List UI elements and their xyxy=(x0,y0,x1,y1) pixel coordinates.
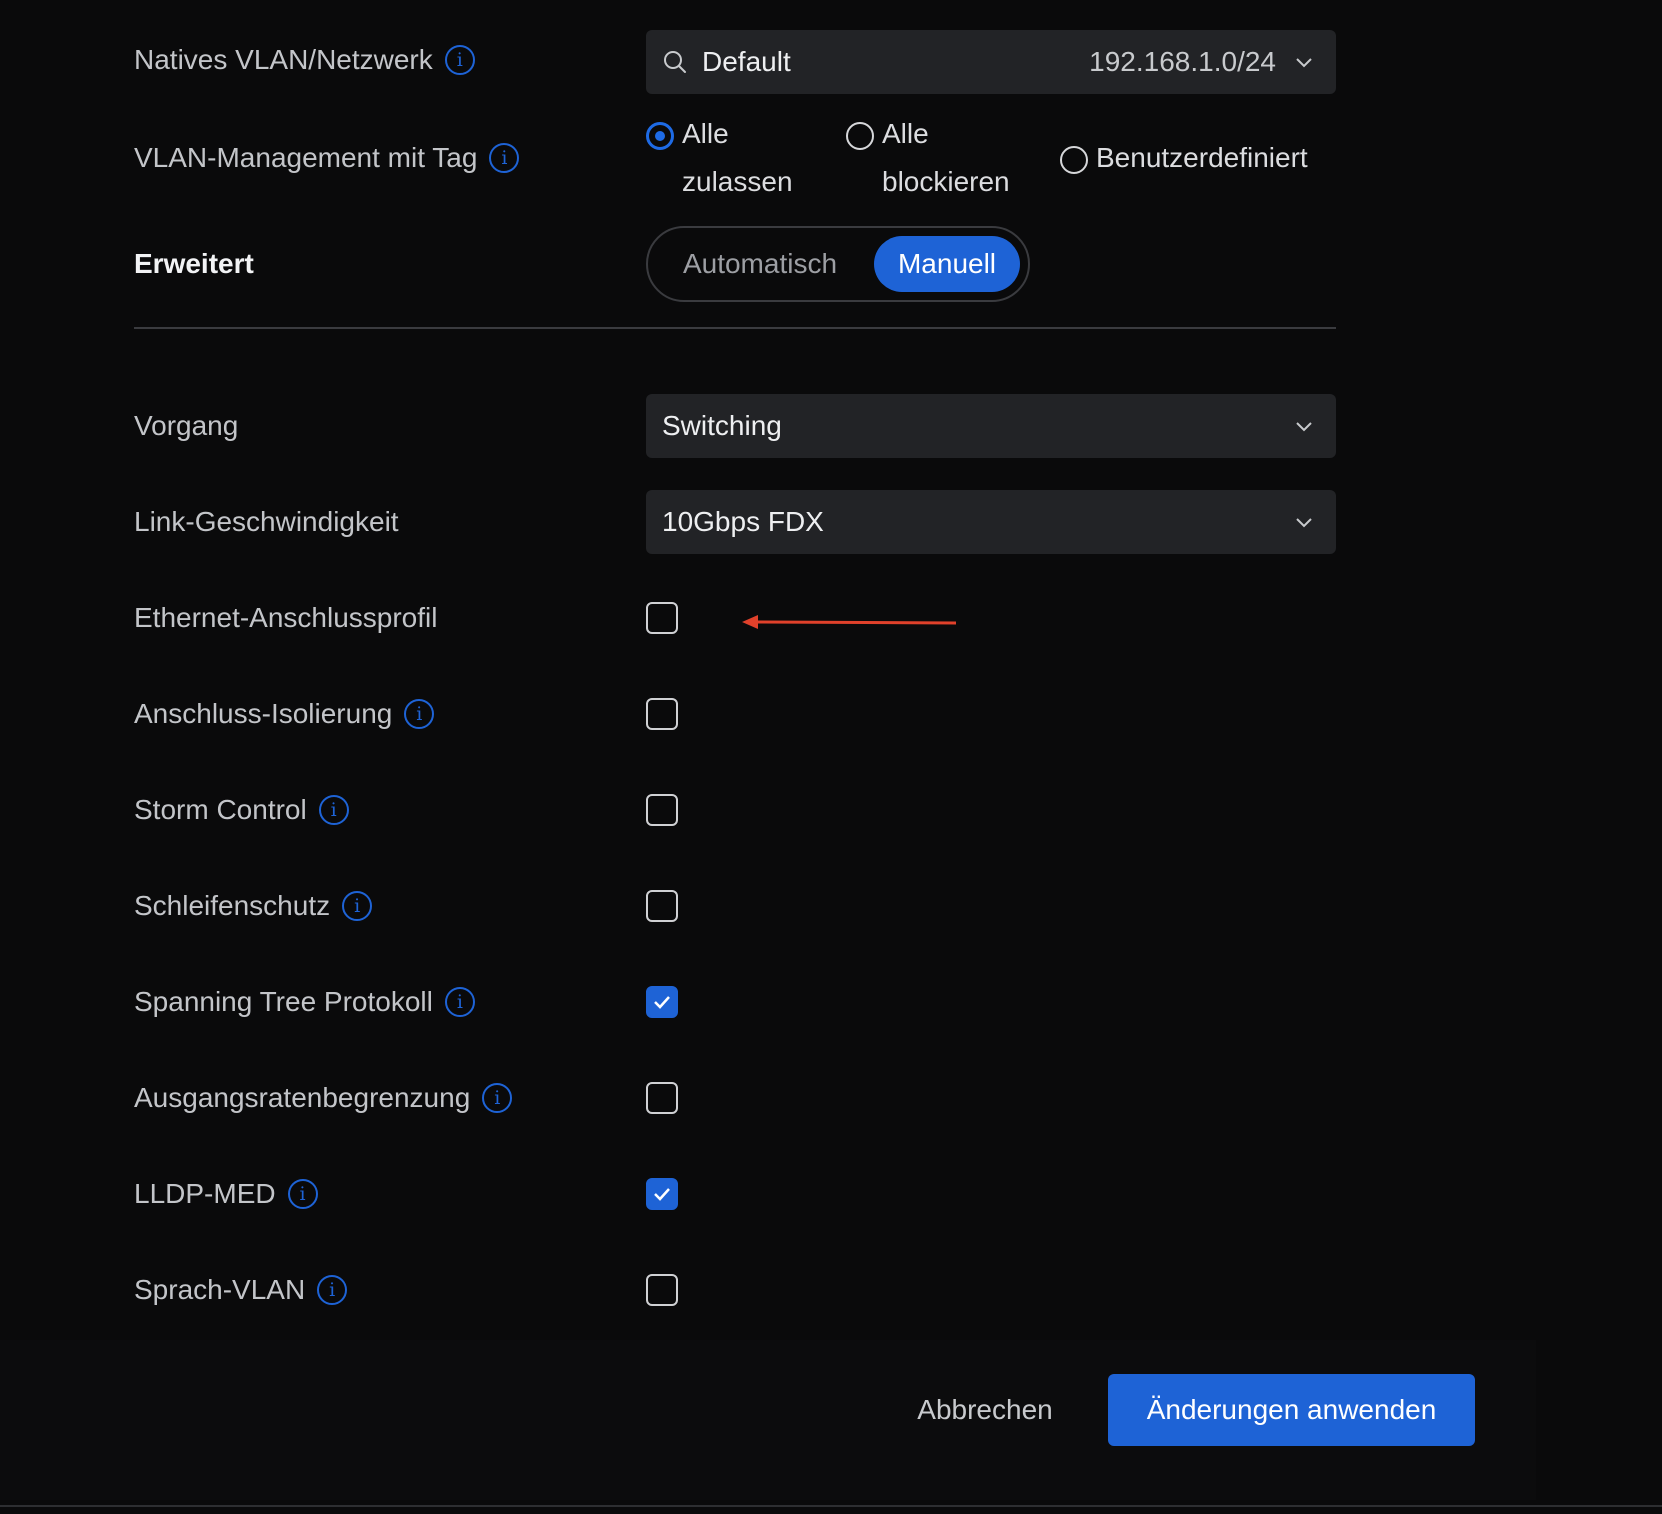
checkmark-icon xyxy=(654,1188,670,1201)
radio-block-all-label: Alle blockieren xyxy=(882,110,1010,206)
native-vlan-value: Default xyxy=(702,46,791,77)
radio-custom[interactable]: Benutzerdefiniert xyxy=(1060,142,1308,182)
checkbox-spanning-tree[interactable] xyxy=(646,986,678,1018)
advanced-label: Erweitert xyxy=(134,248,254,280)
option-label-text: Ethernet-Anschlussprofil xyxy=(134,602,438,633)
info-icon[interactable]: i xyxy=(342,891,373,921)
option-label-spanning-tree: Spanning Tree Protokoll i xyxy=(134,986,475,1018)
option-label-text: Sprach-VLAN xyxy=(134,1274,306,1305)
chevron-down-icon xyxy=(1296,518,1312,528)
info-icon[interactable]: i xyxy=(404,699,435,729)
option-label-ethernet-port-profile: Ethernet-Anschlussprofil xyxy=(134,602,437,634)
radio-block-all-line1: Alle xyxy=(882,118,929,149)
radio-block-all-line2: blockieren xyxy=(882,166,1010,197)
info-icon[interactable]: i xyxy=(318,795,349,825)
info-icon[interactable]: i xyxy=(489,143,520,173)
native-vlan-label-text: Natives VLAN/Netzwerk xyxy=(134,44,433,75)
option-label-lldp-med: LLDP-MED i xyxy=(134,1178,318,1210)
checkbox-storm-control[interactable] xyxy=(646,794,678,826)
radio-allow-all-label: Alle zulassen xyxy=(682,110,793,206)
option-label-voice-vlan: Sprach-VLAN i xyxy=(134,1274,348,1306)
radio-allow-all[interactable]: Alle zulassen xyxy=(646,118,793,206)
info-icon[interactable]: i xyxy=(482,1083,513,1113)
apply-changes-button[interactable]: Änderungen anwenden xyxy=(1108,1374,1475,1446)
advanced-mode-toggle: Automatisch Manuell xyxy=(646,226,1030,302)
option-label-egress-rate-limit: Ausgangsratenbegrenzung i xyxy=(134,1082,513,1114)
option-label-text: Anschluss-Isolierung xyxy=(134,698,393,729)
link-speed-value: 10Gbps FDX xyxy=(662,506,824,537)
native-vlan-label: Natives VLAN/Netzwerk i xyxy=(134,44,475,76)
cancel-button[interactable]: Abbrechen xyxy=(900,1374,1070,1446)
search-icon xyxy=(664,51,686,73)
operation-select[interactable]: Switching xyxy=(646,394,1336,458)
native-vlan-select[interactable]: Default 192.168.1.0/24 xyxy=(646,30,1336,94)
radio-circle[interactable] xyxy=(846,122,874,150)
checkbox-port-isolation[interactable] xyxy=(646,698,678,730)
checkbox-ethernet-port-profile[interactable] xyxy=(646,602,678,634)
checkmark-icon xyxy=(654,996,670,1009)
info-icon[interactable]: i xyxy=(444,987,475,1017)
radio-circle[interactable] xyxy=(1060,146,1088,174)
radio-block-all[interactable]: Alle blockieren xyxy=(846,118,1010,206)
radio-allow-all-line1: Alle xyxy=(682,118,729,149)
radio-allow-all-line2: zulassen xyxy=(682,166,793,197)
operation-value: Switching xyxy=(662,410,782,441)
option-label-text: Spanning Tree Protokoll xyxy=(134,986,433,1017)
info-icon[interactable]: i xyxy=(444,45,475,75)
option-label-loop-protection: Schleifenschutz i xyxy=(134,890,373,922)
operation-label: Vorgang xyxy=(134,410,238,442)
link-speed-label-text: Link-Geschwindigkeit xyxy=(134,506,399,537)
advanced-label-text: Erweitert xyxy=(134,248,254,279)
info-icon[interactable]: i xyxy=(287,1179,318,1209)
info-icon[interactable]: i xyxy=(317,1275,348,1305)
checkbox-lldp-med[interactable] xyxy=(646,1178,678,1210)
link-speed-select[interactable]: 10Gbps FDX xyxy=(646,490,1336,554)
option-label-text: Ausgangsratenbegrenzung xyxy=(134,1082,471,1113)
option-label-text: LLDP-MED xyxy=(134,1178,276,1209)
checkbox-egress-rate-limit[interactable] xyxy=(646,1082,678,1114)
section-divider xyxy=(134,327,1336,329)
link-speed-label: Link-Geschwindigkeit xyxy=(134,506,399,538)
option-label-port-isolation: Anschluss-Isolierung i xyxy=(134,698,435,730)
bottom-divider xyxy=(0,1505,1662,1507)
chevron-down-icon xyxy=(1296,422,1312,432)
option-label-text: Storm Control xyxy=(134,794,307,825)
checkbox-voice-vlan[interactable] xyxy=(646,1274,678,1306)
vlan-management-label: VLAN-Management mit Tag i xyxy=(134,142,520,174)
radio-circle-selected[interactable] xyxy=(646,122,674,150)
checkbox-loop-protection[interactable] xyxy=(646,890,678,922)
operation-label-text: Vorgang xyxy=(134,410,239,441)
option-label-storm-control: Storm Control i xyxy=(134,794,349,826)
chevron-down-icon xyxy=(1296,58,1312,68)
vlan-management-label-text: VLAN-Management mit Tag xyxy=(134,142,478,173)
mode-automatic-button[interactable]: Automatisch xyxy=(660,236,860,292)
option-label-text: Schleifenschutz xyxy=(134,890,331,921)
mode-manual-button[interactable]: Manuell xyxy=(874,236,1020,292)
native-vlan-subnet: 192.168.1.0/24 xyxy=(1089,46,1276,77)
annotation-arrow-icon xyxy=(742,615,957,629)
radio-custom-label: Benutzerdefiniert xyxy=(1096,142,1308,173)
